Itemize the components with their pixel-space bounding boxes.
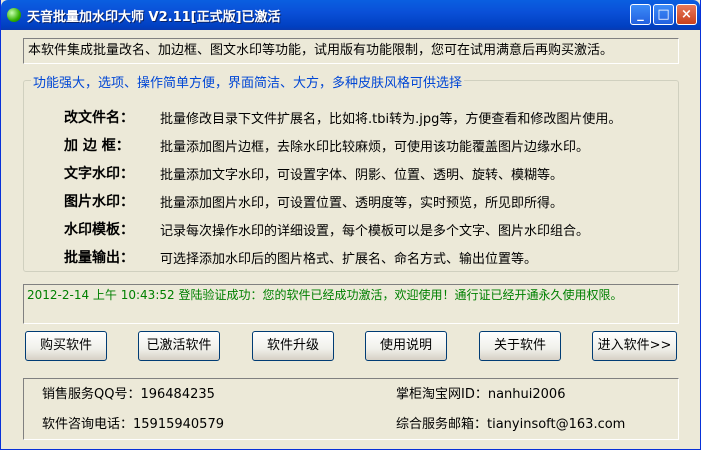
feature-group-legend: 功能强大，选项、操作简单方便，界面简洁、大方，多种皮肤风格可供选择 xyxy=(31,72,465,91)
feature-group: 改文件名： 批量修改目录下文件扩展名，比如将.tbi转为.jpg等，方便查看和修… xyxy=(23,80,679,272)
intro-text-field[interactable]: 本软件集成批量改名、加边框、图文水印等功能，试用版有功能限制，您可在试用满意后再… xyxy=(23,38,679,64)
feature-description: 批量添加图片边框，去除水印比较麻烦，可使用该功能覆盖图片边缘水印。 xyxy=(160,140,590,155)
title-bar[interactable]: 天音批量加水印大师 V2.11[正式版]已激活 _ □ × xyxy=(1,0,700,30)
service-email: 综合服务邮箱：tianyinsoft@163.com xyxy=(396,417,626,432)
feature-row-image-watermark: 图片水印： 批量添加图片水印，可设置位置、透明度等，实时预览，所见即所得。 xyxy=(24,189,680,213)
window-title: 天音批量加水印大师 V2.11[正式版]已激活 xyxy=(27,10,281,25)
feature-label: 批量输出： xyxy=(64,250,134,266)
buy-button[interactable]: 购买软件 xyxy=(25,331,107,361)
feature-label: 改文件名： xyxy=(64,110,134,126)
feature-description: 可选择添加水印后的图片格式、扩展名、命名方式、输出位置等。 xyxy=(160,252,538,267)
minimize-button[interactable]: _ xyxy=(630,4,651,25)
feature-description: 批量添加图片水印，可设置位置、透明度等，实时预览，所见即所得。 xyxy=(160,196,564,211)
feature-label: 图片水印： xyxy=(64,194,134,210)
help-button[interactable]: 使用说明 xyxy=(365,331,447,361)
about-button[interactable]: 关于软件 xyxy=(479,331,561,361)
feature-label: 文字水印： xyxy=(64,166,134,182)
status-message-field[interactable]: 2012-2-14 上午 10:43:52 登陆验证成功：您的软件已经成功激活，… xyxy=(23,284,679,324)
consult-phone: 软件咨询电话：15915940579 xyxy=(42,417,224,432)
feature-description: 批量修改目录下文件扩展名，比如将.tbi转为.jpg等，方便查看和修改图片使用。 xyxy=(160,112,622,127)
feature-description: 批量添加文字水印，可设置字体、阴影、位置、透明、旋转、模糊等。 xyxy=(160,168,564,183)
feature-description: 记录每次操作水印的详细设置，每个模板可以是多个文字、图片水印组合。 xyxy=(160,224,590,239)
feature-row-batch-output: 批量输出： 可选择添加水印后的图片格式、扩展名、命名方式、输出位置等。 xyxy=(24,245,680,269)
enter-software-button[interactable]: 进入软件>> xyxy=(592,331,677,361)
feature-label: 水印模板： xyxy=(64,222,134,238)
feature-row-text-watermark: 文字水印： 批量添加文字水印，可设置字体、阴影、位置、透明、旋转、模糊等。 xyxy=(24,161,680,185)
close-button[interactable]: × xyxy=(676,4,697,25)
main-window: 天音批量加水印大师 V2.11[正式版]已激活 _ □ × 本软件集成批量改名、… xyxy=(0,0,701,450)
contact-info-box: 销售服务QQ号：196484235 掌柜淘宝网ID：nanhui2006 软件咨… xyxy=(23,378,679,440)
maximize-button[interactable]: □ xyxy=(653,4,674,25)
feature-label: 加 边 框： xyxy=(64,138,130,154)
activated-button[interactable]: 已激活软件 xyxy=(138,331,220,361)
app-icon[interactable] xyxy=(7,8,21,22)
feature-row-border: 加 边 框： 批量添加图片边框，去除水印比较麻烦，可使用该功能覆盖图片边缘水印。 xyxy=(24,133,680,157)
taobao-id: 掌柜淘宝网ID：nanhui2006 xyxy=(396,387,566,402)
feature-row-rename: 改文件名： 批量修改目录下文件扩展名，比如将.tbi转为.jpg等，方便查看和修… xyxy=(24,105,680,129)
feature-row-template: 水印模板： 记录每次操作水印的详细设置，每个模板可以是多个文字、图片水印组合。 xyxy=(24,217,680,241)
sales-qq: 销售服务QQ号：196484235 xyxy=(42,387,215,402)
upgrade-button[interactable]: 软件升级 xyxy=(252,331,334,361)
